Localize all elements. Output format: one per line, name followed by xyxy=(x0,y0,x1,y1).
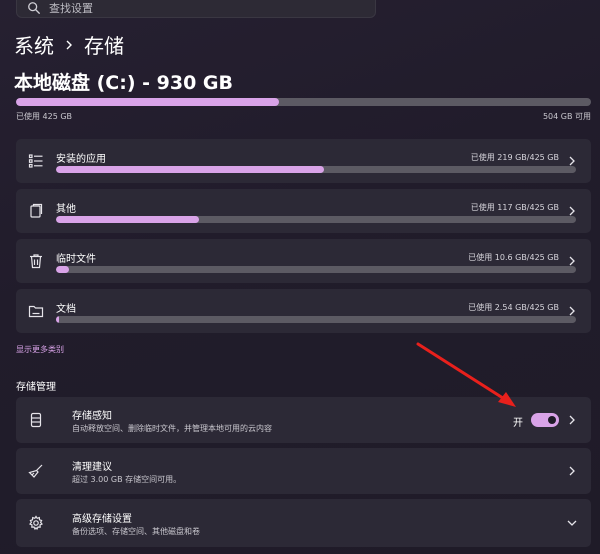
broom-icon xyxy=(28,464,43,478)
category-usage: 已使用 219 GB/425 GB xyxy=(470,153,559,162)
setting-description: 自动释放空间、删除临时文件，并管理本地可用的云内容 xyxy=(72,424,272,433)
category-usage-bar xyxy=(56,166,576,173)
search-icon xyxy=(28,2,40,14)
breadcrumb: 系统 存储 xyxy=(14,30,124,59)
storage-sense-toggle[interactable] xyxy=(531,413,559,427)
category-label: 临时文件 xyxy=(56,254,96,265)
cleanup-recommendations-setting[interactable]: 清理建议 超过 3.00 GB 存储空间可用。 xyxy=(16,448,591,494)
setting-description: 超过 3.00 GB 存储空间可用。 xyxy=(72,475,182,484)
category-label: 其他 xyxy=(56,204,76,215)
other-files-icon xyxy=(30,203,43,218)
chevron-right-icon xyxy=(569,206,575,216)
advanced-storage-settings[interactable]: 高级存储设置 备份选项、存储空间、其他磁盘和卷 xyxy=(16,499,591,547)
category-documents[interactable]: 文档 已使用 2.54 GB/425 GB xyxy=(16,289,591,333)
drive-title: 本地磁盘 (C:) - 930 GB xyxy=(14,72,233,94)
apps-list-icon xyxy=(28,154,43,168)
toggle-state-label: 开 xyxy=(513,418,523,429)
storage-drive-icon xyxy=(30,412,42,428)
category-usage-bar xyxy=(56,316,576,323)
chevron-right-icon xyxy=(64,39,74,51)
setting-title: 高级存储设置 xyxy=(72,514,132,525)
storage-management-heading: 存储管理 xyxy=(16,382,56,393)
category-usage-bar xyxy=(56,216,576,223)
category-label: 安装的应用 xyxy=(56,154,106,165)
category-usage-fill xyxy=(56,166,324,173)
trash-icon xyxy=(30,254,42,269)
category-usage: 已使用 10.6 GB/425 GB xyxy=(468,253,559,262)
chevron-down-icon xyxy=(567,520,577,526)
setting-description: 备份选项、存储空间、其他磁盘和卷 xyxy=(72,527,200,536)
search-box[interactable] xyxy=(16,0,376,18)
category-usage-fill xyxy=(56,216,199,223)
category-usage-fill xyxy=(56,266,69,273)
breadcrumb-current: 存储 xyxy=(84,34,124,58)
category-usage: 已使用 2.54 GB/425 GB xyxy=(468,303,559,312)
annotation-arrow-icon xyxy=(416,342,516,407)
chevron-right-icon xyxy=(569,306,575,316)
category-label: 文档 xyxy=(56,304,76,315)
chevron-right-icon xyxy=(569,256,575,266)
category-other[interactable]: 其他 已使用 117 GB/425 GB xyxy=(16,189,591,233)
show-more-categories-link[interactable]: 显示更多类别 xyxy=(16,344,64,355)
toggle-knob xyxy=(548,416,556,424)
gear-icon xyxy=(29,515,43,531)
category-usage: 已使用 117 GB/425 GB xyxy=(470,203,559,212)
folder-icon xyxy=(28,305,44,318)
drive-usage-bar xyxy=(16,98,591,106)
chevron-right-icon xyxy=(569,415,575,425)
category-temp-files[interactable]: 临时文件 已使用 10.6 GB/425 GB xyxy=(16,239,591,283)
chevron-right-icon xyxy=(569,466,575,476)
drive-used-label: 已使用 425 GB xyxy=(16,112,73,121)
category-usage-bar xyxy=(56,266,576,273)
setting-title: 清理建议 xyxy=(72,462,112,473)
search-input[interactable] xyxy=(49,1,349,15)
setting-title: 存储感知 xyxy=(72,411,112,422)
drive-usage-fill xyxy=(16,98,279,106)
drive-free-label: 504 GB 可用 xyxy=(542,112,591,121)
category-usage-fill xyxy=(56,316,60,323)
category-installed-apps[interactable]: 安装的应用 已使用 219 GB/425 GB xyxy=(16,139,591,183)
drive-usage-labels: 已使用 425 GB 504 GB 可用 xyxy=(16,111,591,122)
breadcrumb-parent[interactable]: 系统 xyxy=(14,30,54,59)
chevron-right-icon xyxy=(569,156,575,166)
